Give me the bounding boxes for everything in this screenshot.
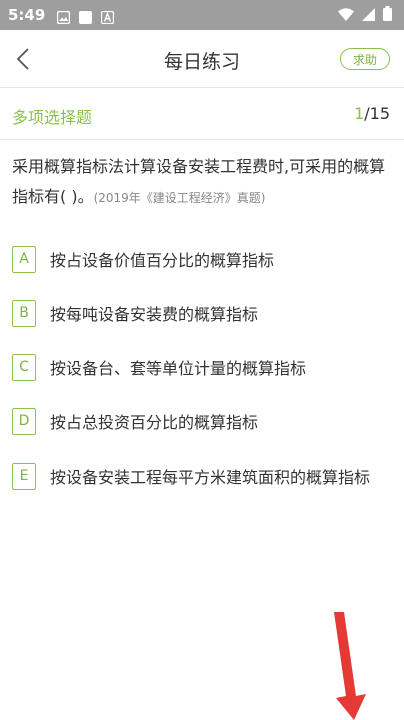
question-type-row: 多项选择题 1/15 [0,88,404,140]
option-text: 按占总投资百分比的概算指标 [50,413,259,432]
question-stem: 采用概算指标法计算设备安装工程费时,可采用的概算指标有( )。(2019年《建设… [12,152,392,213]
option-letter: B [12,299,36,327]
battery-icon [383,5,392,25]
option-c[interactable]: C 按设备台、套等单位计量的概算指标 [12,352,392,382]
option-d[interactable]: D 按占总投资百分比的概算指标 [12,406,392,436]
signal-icon [362,6,375,25]
question-type-label: 多项选择题 [12,108,93,127]
annotation-arrow-icon [334,612,366,720]
option-letter: D [12,407,36,435]
total-questions: /15 [364,104,390,123]
question-progress: 1/15 [354,104,390,123]
option-text: 按设备安装工程每平方米建筑面积的概算指标 [50,468,371,487]
status-right [338,5,392,25]
option-a[interactable]: A 按占设备价值百分比的概算指标 [12,244,392,274]
app-bar: 每日练习 求助 [0,30,404,88]
option-letter: E [12,462,36,490]
option-b[interactable]: B 按每吨设备安装费的概算指标 [12,298,392,328]
help-button[interactable]: 求助 [340,48,390,70]
option-text: 按占设备价值百分比的概算指标 [50,251,275,270]
option-text: 按设备台、套等单位计量的概算指标 [50,359,307,378]
option-text: 按每吨设备安装费的概算指标 [50,305,259,324]
square-icon [79,9,93,24]
current-question-number: 1 [354,104,365,123]
option-letter: A [12,245,36,273]
status-bar: 5:49 [0,0,404,30]
option-letter: C [12,353,36,381]
option-e[interactable]: E 按设备安装工程每平方米建筑面积的概算指标 [12,461,392,491]
a-icon [101,9,115,24]
image-icon [57,9,71,24]
status-time: 5:49 [8,6,46,24]
question-source: (2019年《建设工程经济》真题) [93,191,266,205]
wifi-icon [338,6,354,25]
